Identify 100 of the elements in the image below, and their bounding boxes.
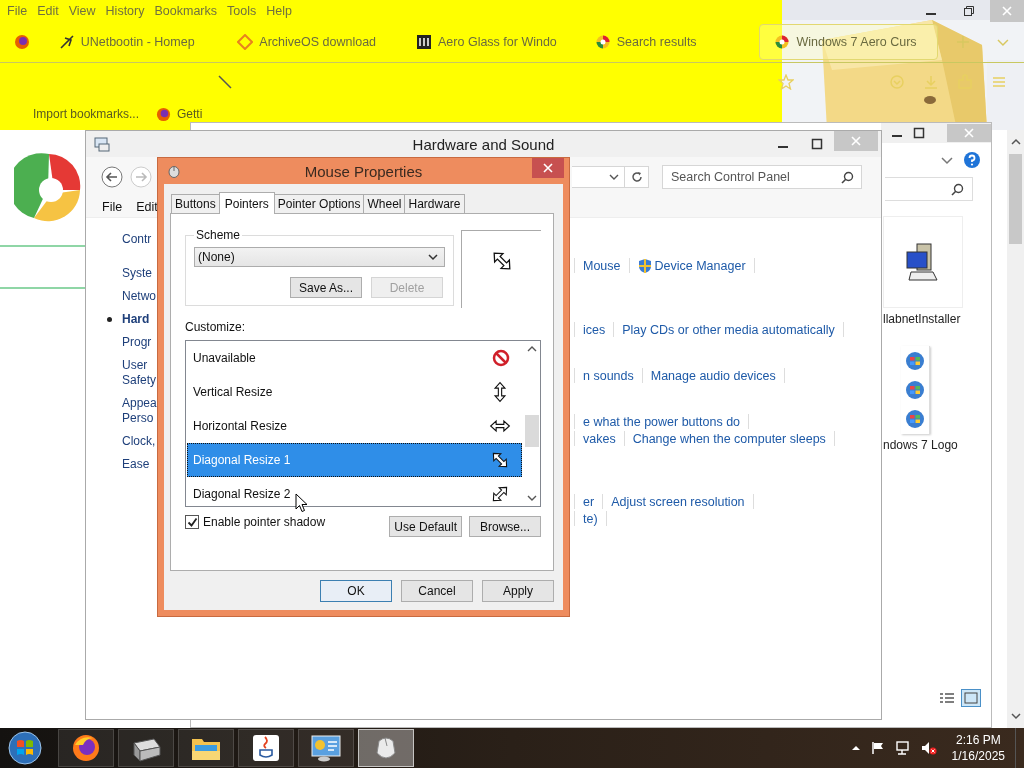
nav-link[interactable]: Hard [107, 312, 150, 327]
close-icon [1002, 6, 1012, 16]
menu-item[interactable]: Bookmarks [151, 4, 220, 18]
nav-link[interactable]: Appea Perso [107, 396, 157, 426]
link[interactable]: n sounds [583, 368, 634, 383]
scrollbar[interactable] [1007, 130, 1024, 728]
details-view-icon[interactable] [939, 691, 955, 705]
nav-link[interactable]: Syste [107, 266, 152, 281]
list-item[interactable]: Unavailable [187, 341, 522, 375]
section-label: Customize: [185, 320, 247, 334]
link[interactable]: Device Manager [654, 258, 746, 273]
link[interactable]: Manage audio devices [650, 368, 776, 383]
scroll-up-icon[interactable] [526, 345, 537, 353]
list-item[interactable]: Diagonal Resize 2 [187, 477, 522, 506]
browser-tab[interactable]: Aero Glass for Windo [412, 24, 589, 60]
browser-tab[interactable]: Windows 7 Aero Curs [759, 24, 939, 60]
dialog-button[interactable]: Apply [482, 580, 554, 602]
link[interactable]: e what the power buttons do [583, 414, 741, 429]
firefox-icon[interactable] [14, 34, 31, 50]
search-icon [951, 182, 964, 196]
clock[interactable]: 2:16 PM 1/16/2025 [951, 732, 1005, 764]
window-title: Hardware and Sound [412, 135, 555, 153]
network-icon[interactable] [894, 741, 911, 755]
flag-icon[interactable] [870, 741, 885, 755]
maximize-icon[interactable] [913, 127, 925, 139]
dialog-button[interactable]: Use Default [389, 516, 462, 537]
bookmark-link[interactable]: Getti [177, 107, 203, 121]
browser-tab[interactable]: UNetbootin - Homep [54, 24, 232, 60]
link[interactable]: Play CDs or other media automatically [622, 322, 835, 337]
menu-item[interactable]: File [102, 200, 123, 214]
browser-tab[interactable]: ArchiveOS download [233, 24, 411, 60]
dialog-button[interactable]: OK [320, 580, 392, 602]
back-icon[interactable] [101, 166, 123, 188]
tab[interactable]: Pointers [218, 192, 275, 214]
scroll-thumb[interactable] [1009, 154, 1022, 244]
nav-link[interactable]: Progr [107, 335, 152, 350]
menu-item[interactable]: View [65, 4, 99, 18]
tab[interactable]: Buttons [171, 194, 220, 213]
nav-link[interactable]: User Safety [107, 358, 157, 388]
list-item[interactable]: Vertical Resize [187, 375, 522, 409]
scroll-down-icon[interactable] [526, 494, 537, 502]
link[interactable]: vakes [583, 431, 616, 446]
windows-logo-icon [905, 409, 925, 430]
muted-speaker-icon[interactable] [920, 741, 937, 755]
link[interactable]: te) [583, 511, 598, 526]
link[interactable]: er [583, 494, 595, 509]
scroll-down-icon[interactable] [1010, 712, 1021, 720]
chevron-up-icon[interactable] [850, 744, 861, 752]
close-icon [543, 163, 553, 173]
star-icon[interactable] [778, 74, 794, 90]
link[interactable]: ices [583, 322, 606, 337]
taskbar-button[interactable] [178, 729, 234, 767]
link[interactable]: Change when the computer sleeps [632, 431, 826, 446]
file-tile[interactable] [883, 216, 963, 308]
list-item[interactable]: Horizontal Resize [187, 409, 522, 443]
refresh-button[interactable] [625, 166, 649, 188]
nav-link[interactable]: Ease [107, 457, 150, 472]
link[interactable]: Adjust screen resolution [611, 494, 745, 509]
taskbar-button[interactable] [298, 729, 354, 767]
scroll-up-icon[interactable] [1010, 138, 1021, 146]
menu-item[interactable]: Help [263, 4, 295, 18]
firefox-icon [156, 107, 172, 122]
tab[interactable]: Hardware [404, 194, 465, 213]
menu-item[interactable]: File [4, 4, 31, 18]
taskbar-button[interactable] [238, 729, 294, 767]
swirl-icon [594, 34, 611, 50]
menu-item[interactable]: Edit [136, 200, 158, 214]
link[interactable]: Mouse [583, 258, 621, 273]
swirl-icon [774, 34, 791, 50]
search-field[interactable] [885, 177, 973, 201]
taskbar-button[interactable] [58, 729, 114, 767]
file-name: llabnetInstaller [883, 312, 961, 326]
columns-icon [416, 34, 433, 50]
checkmark-icon [186, 516, 198, 528]
scheme-dropdown[interactable]: (None) [194, 247, 445, 267]
group-label: Scheme [195, 228, 242, 242]
menu-item[interactable]: Edit [34, 4, 62, 18]
close-button[interactable] [532, 158, 564, 178]
taskbar-button[interactable] [118, 729, 174, 767]
search-icon [841, 171, 854, 184]
menu-item[interactable]: History [102, 4, 148, 18]
tiles-view-icon[interactable] [961, 689, 981, 707]
tab[interactable]: Pointer Options [273, 194, 365, 213]
chevron-down-icon[interactable] [941, 155, 953, 165]
search-field[interactable]: Search Control Panel [662, 165, 862, 189]
dialog-button[interactable]: Browse... [469, 516, 541, 537]
restore-icon[interactable] [963, 5, 975, 17]
bookmark-link[interactable]: Import bookmarks... [33, 107, 140, 121]
help-icon[interactable] [963, 151, 981, 169]
nav-link[interactable]: Contr [107, 232, 152, 247]
checkbox[interactable] [185, 515, 199, 529]
windows-logo-icon [905, 350, 925, 371]
nav-link[interactable]: Netwo [107, 289, 156, 304]
dialog-button[interactable]: Save As... [290, 277, 362, 298]
scroll-thumb[interactable] [524, 415, 539, 447]
windows-logo-icon [8, 731, 42, 765]
dialog-button[interactable]: Cancel [401, 580, 473, 602]
maximize-icon[interactable] [811, 138, 823, 150]
menu-item[interactable]: Tools [224, 4, 260, 18]
nav-link[interactable]: Clock, [107, 434, 156, 449]
